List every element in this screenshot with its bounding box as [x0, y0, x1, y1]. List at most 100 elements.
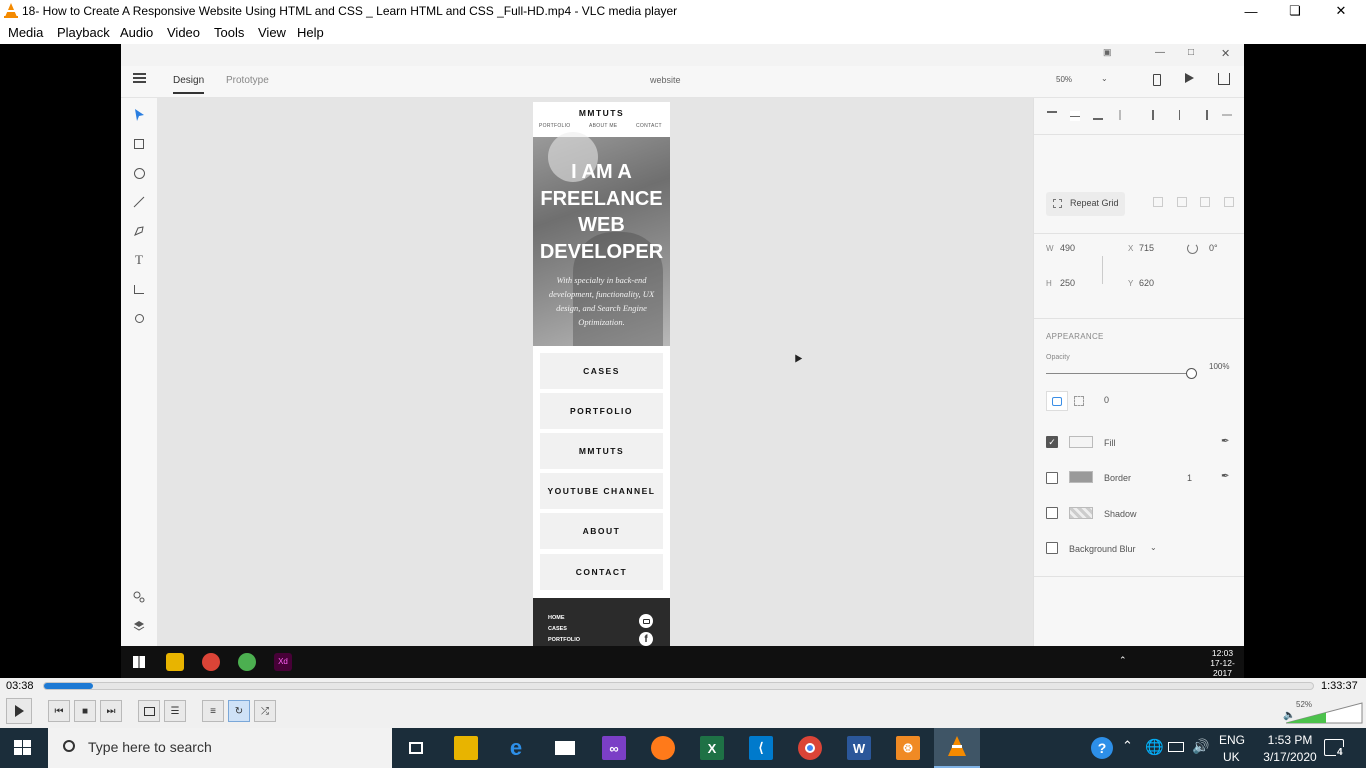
shadow-swatch — [1069, 507, 1093, 519]
fill-swatch — [1069, 436, 1093, 448]
vlc-taskbar-button[interactable] — [934, 728, 980, 768]
background-blur-checkbox — [1046, 542, 1058, 554]
word-icon[interactable]: W — [847, 736, 871, 760]
close-button[interactable]: ✕ — [1318, 0, 1364, 22]
menu-audio[interactable]: Audio — [120, 25, 153, 40]
loop-button[interactable]: ↻ — [228, 700, 250, 722]
rectangle-tool-icon — [130, 135, 148, 153]
pen-tool-icon — [130, 222, 148, 240]
y-value: 620 — [1139, 278, 1155, 288]
fullscreen-button[interactable] — [138, 700, 160, 722]
artboard: MMTUTS PORTFOLIO ABOUT ME CONTACT I AM A… — [533, 102, 670, 646]
xd-top-bar: Design Prototype website 50% ⌄ — [121, 66, 1244, 98]
elapsed-time: 03:38 — [6, 680, 34, 692]
align-bottom-icon — [1093, 110, 1103, 120]
hero-sub-line-3: design, and Search Engine — [556, 303, 647, 313]
restore-button[interactable]: ❏ — [1272, 0, 1318, 22]
mouse-cursor-icon — [791, 352, 803, 363]
x-label: X — [1128, 244, 1134, 253]
recorded-clock-date: 17-12-2017 — [1210, 658, 1235, 678]
taskbar-search-box[interactable]: Type here to search — [48, 728, 392, 768]
artboard-button-about: ABOUT — [540, 513, 663, 549]
vlc-logo-icon — [4, 3, 18, 18]
hero-line-4: DEVELOPER — [539, 240, 664, 263]
opacity-value: 100% — [1209, 362, 1230, 371]
play-button[interactable] — [6, 698, 32, 724]
line-tool-icon — [130, 193, 148, 211]
battery-icon[interactable] — [1168, 742, 1184, 752]
artboard-button-contact: CONTACT — [540, 554, 663, 590]
hero-line-2: FREELANCE — [540, 187, 663, 210]
task-view-icon[interactable] — [404, 736, 428, 760]
boolean-exclude-icon — [1224, 197, 1234, 207]
file-explorer-icon[interactable] — [454, 736, 478, 760]
search-placeholder: Type here to search — [88, 739, 212, 755]
xampp-icon[interactable]: ⊛ — [896, 736, 920, 760]
panel-divider — [1034, 318, 1244, 319]
artboard-button-mmtuts: MMTUTS — [540, 433, 663, 469]
xd-restore-icon: □ — [1188, 47, 1195, 58]
hero-heading: I AM A FREELANCE WEB DEVELOPER — [533, 159, 670, 265]
background-blur-label: Background Blur — [1069, 544, 1136, 554]
next-button[interactable]: ⏭ — [100, 700, 122, 722]
align-toolbar — [1034, 98, 1244, 135]
youtube-icon — [639, 614, 653, 628]
shadow-label: Shadow — [1104, 509, 1137, 519]
chrome-icon[interactable] — [798, 736, 822, 760]
mail-icon[interactable] — [553, 736, 577, 760]
shuffle-button[interactable]: ⤮ — [254, 700, 276, 722]
speaker-icon[interactable]: 🔊 — [1192, 738, 1209, 755]
zoom-chevron-icon: ⌄ — [1101, 74, 1108, 83]
menu-help[interactable]: Help — [297, 25, 324, 40]
boolean-intersect-icon — [1200, 197, 1210, 207]
repeat-grid-icon — [1053, 199, 1062, 208]
vscode-icon[interactable]: ⟨ — [749, 736, 773, 760]
fill-label: Fill — [1104, 438, 1116, 448]
previous-button[interactable]: ⏮ — [48, 700, 70, 722]
panel-divider — [1034, 233, 1244, 234]
edge-icon[interactable]: e — [504, 735, 528, 760]
xd-window: ▣ — □ ✕ Design Prototype website 50% ⌄ T… — [121, 44, 1244, 646]
panel-divider — [1034, 576, 1244, 577]
tray-chevron-icon[interactable]: ⌃ — [1122, 738, 1133, 754]
menu-view[interactable]: View — [258, 25, 286, 40]
ellipse-tool-icon — [130, 164, 148, 182]
seek-bar[interactable] — [43, 682, 1314, 690]
menu-playback[interactable]: Playback — [57, 25, 110, 40]
repeat-grid-button: Repeat Grid — [1046, 192, 1125, 216]
network-icon[interactable]: 🌐 — [1145, 738, 1164, 756]
xd-feedback-icon: ▣ — [1103, 47, 1112, 57]
zoom-value: 50% — [1056, 75, 1073, 84]
align-left-icon — [1152, 110, 1162, 120]
menu-tools[interactable]: Tools — [214, 25, 244, 40]
menu-media[interactable]: Media — [8, 25, 43, 40]
minimize-button[interactable]: — — [1228, 0, 1274, 22]
layers-icon — [130, 617, 148, 635]
select-tool-icon — [130, 106, 148, 124]
zoom-tool-icon — [130, 309, 148, 327]
visual-studio-icon[interactable]: ∞ — [602, 736, 626, 760]
play-preview-icon — [1185, 73, 1194, 83]
align-center-icon — [1175, 110, 1185, 120]
firefox-icon[interactable] — [651, 736, 675, 760]
artboard-nav-about: ABOUT ME — [589, 123, 618, 129]
width-label: W — [1046, 244, 1054, 253]
footer-link-cases: CASES — [548, 626, 567, 632]
help-icon[interactable]: ? — [1091, 737, 1113, 759]
playlist-button[interactable]: ≡ — [202, 700, 224, 722]
language-code[interactable]: ENG — [1219, 733, 1245, 747]
stop-button[interactable]: ■ — [74, 700, 96, 722]
hero-sub-line-4: Optimization. — [578, 317, 625, 327]
windows-start-button[interactable] — [14, 740, 32, 756]
recorded-explorer-icon — [166, 653, 184, 671]
recorded-tray-icons: ⌃ — [1119, 655, 1127, 665]
excel-icon[interactable]: X — [700, 736, 724, 760]
shadow-checkbox — [1046, 507, 1058, 519]
border-checkbox — [1046, 472, 1058, 484]
menu-video[interactable]: Video — [167, 25, 200, 40]
height-value: 250 — [1060, 278, 1076, 288]
extended-settings-button[interactable]: ☰ — [164, 700, 186, 722]
fill-eyedropper-icon: ✒ — [1221, 436, 1230, 447]
clock-time[interactable]: 1:53 PM — [1260, 733, 1320, 747]
text-tool-icon: T — [135, 252, 143, 267]
